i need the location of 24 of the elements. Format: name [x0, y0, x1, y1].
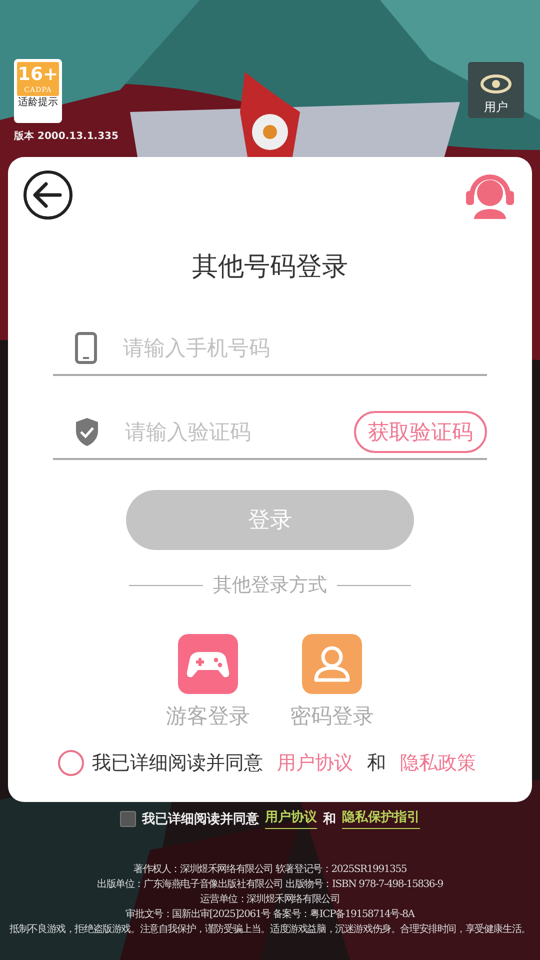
footer-line: 运营单位：深圳煜禾网络有限公司 — [200, 893, 340, 906]
footer-line: 审批文号：国新出审[2025]2061号 备案号：粤ICP备19158714号-8A — [126, 908, 414, 921]
footer-line: 抵制不良游戏，拒绝盗版游戏。注意自我保护，谨防受骗上当。适度游戏益脑，沉迷游戏伤身。合理安排时间，享受健康生活。 — [10, 923, 530, 936]
user-agreement-link[interactable]: 用户协议 — [265, 808, 317, 829]
phone-input-field[interactable]: 请输入手机号码 — [123, 326, 487, 370]
and-label: 和 — [367, 751, 386, 776]
age-caption: 适龄提示 — [18, 97, 58, 109]
footer-line: 出版单位：广东海燕电子音像出版社有限公司 出版物号：ISBN 978-7-498-15836-9 — [97, 878, 443, 891]
get-code-button[interactable]: 获取验证码 — [354, 411, 487, 453]
code-input-field[interactable]: 请输入验证码 — [125, 410, 328, 454]
agreement-text: 我已详细阅读并同意 — [142, 810, 259, 828]
privacy-policy-link[interactable]: 隐私政策 — [400, 750, 476, 776]
user-button[interactable]: 用户 — [468, 62, 524, 118]
page-title: 其他号码登录 — [191, 251, 349, 284]
login-method-button[interactable]: 游客登录 — [166, 634, 250, 730]
footer-line: 著作权人：深圳煜禾网络有限公司 软著登记号：2025SR1991355 — [133, 863, 407, 876]
login-method-button[interactable]: 密码登录 — [290, 634, 374, 730]
user-agreement-link[interactable]: 用户协议 — [277, 750, 353, 776]
divider-label: 其他登录方式 — [213, 573, 327, 598]
agreement-text: 我已详细阅读并同意 — [92, 751, 263, 776]
age-label: 16+ — [18, 64, 58, 86]
and-label: 和 — [323, 810, 336, 828]
privacy-guide-link[interactable]: 隐私保护指引 — [342, 808, 420, 829]
version-label: 版本 2000.13.1.335 — [14, 130, 118, 143]
